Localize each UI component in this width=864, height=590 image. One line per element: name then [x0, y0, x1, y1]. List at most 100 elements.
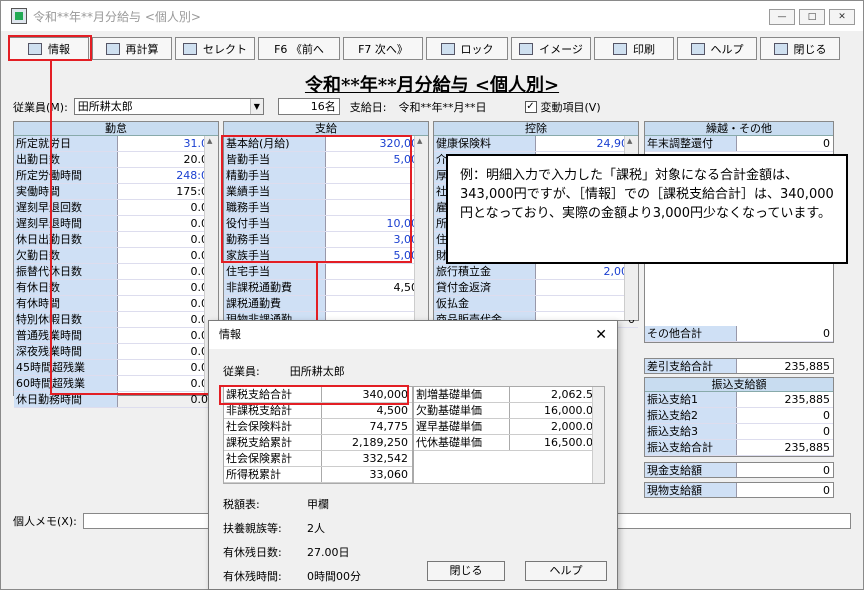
table-row[interactable]: 出勤日数 20.00 — [14, 152, 218, 168]
table-row[interactable]: 振込支給1 235,885 — [645, 392, 833, 408]
table-row[interactable]: 遅刻早退回数 0.00 — [14, 200, 218, 216]
dialog-close-icon[interactable]: ✕ — [595, 321, 607, 349]
row-value[interactable]: 0.00 — [118, 344, 218, 359]
row-value[interactable]: 0 — [326, 264, 428, 279]
row-value[interactable]: 0.00 — [118, 312, 218, 327]
table-row[interactable]: 精勤手当0 — [224, 168, 428, 184]
table-row[interactable]: 実働時間 175:00 — [14, 184, 218, 200]
info-button[interactable]: 情報 — [9, 37, 89, 60]
next-button[interactable]: F7 次へ》 — [343, 37, 423, 60]
row-value[interactable]: 235,885 — [737, 392, 833, 407]
maximize-button[interactable]: □ — [799, 9, 825, 25]
recalc-button[interactable]: 再計算 — [92, 37, 172, 60]
close-button[interactable]: 閉じる — [760, 37, 840, 60]
table-row[interactable]: 非課税通勤費 4,500 — [224, 280, 428, 296]
row-value[interactable]: 0.00 — [118, 296, 218, 311]
help-button[interactable]: ヘルプ — [677, 37, 757, 60]
table-row[interactable]: 特別休暇日数 0.00 — [14, 312, 218, 328]
row-value[interactable]: 5,000 — [326, 152, 428, 167]
row-value[interactable]: 0 — [536, 296, 638, 311]
table-row[interactable]: 住宅手当0 — [224, 264, 428, 280]
table-row[interactable]: 振込支給3 0 — [645, 424, 833, 440]
table-row[interactable]: 基本給(月給) 320,000 — [224, 136, 428, 152]
table-row[interactable]: 遅刻早退時間 0.00 — [14, 216, 218, 232]
chevron-down-icon[interactable]: ▼ — [249, 99, 263, 114]
table-row[interactable]: 普通残業時間 0.00 — [14, 328, 218, 344]
row-value[interactable]: 0 — [326, 200, 428, 215]
dialog-scrollbar[interactable] — [592, 387, 604, 483]
image-button[interactable]: イメージ — [511, 37, 591, 60]
row-value[interactable]: 0 — [326, 168, 428, 183]
table-row[interactable]: 所定就労日 31.00 — [14, 136, 218, 152]
select-button[interactable]: セレクト — [175, 37, 255, 60]
row-value[interactable]: 0 — [536, 280, 638, 295]
shikyu-scrollbar[interactable] — [414, 136, 428, 320]
table-row[interactable]: 健康保険料 24,900 — [434, 136, 638, 152]
table-row[interactable]: 貸付金返済0 — [434, 280, 638, 296]
row-value[interactable]: 0.00 — [118, 360, 218, 375]
table-row[interactable]: 皆勤手当 5,000 — [224, 152, 428, 168]
row-value[interactable]: 0.00 — [118, 200, 218, 215]
genkin-label: 現金支給額 — [645, 463, 737, 477]
row-value[interactable]: 0.00 — [118, 232, 218, 247]
table-row[interactable]: 振込支給合計 235,885 — [645, 440, 833, 456]
row-value[interactable]: 10,000 — [326, 216, 428, 231]
payday-label: 支給日: — [349, 100, 387, 114]
row-label: 非課税通勤費 — [224, 280, 326, 295]
row-value[interactable]: 0 — [737, 424, 833, 439]
row-value[interactable]: 0.00 — [118, 248, 218, 263]
table-row[interactable]: 有休時間 0.00 — [14, 296, 218, 312]
row-value[interactable]: 0.00 — [118, 216, 218, 231]
table-row[interactable]: 課税通勤費0 — [224, 296, 428, 312]
genbutsu-value: 0 — [823, 484, 830, 497]
other-total-label: その他合計 — [645, 326, 737, 341]
row-value[interactable]: 4,500 — [326, 280, 428, 295]
table-row[interactable]: 振替代休日数 0.00 — [14, 264, 218, 280]
row-value[interactable]: 0.00 — [118, 264, 218, 279]
row-value[interactable]: 20.00 — [118, 152, 218, 167]
table-row[interactable]: 有休日数 0.00 — [14, 280, 218, 296]
row-value[interactable]: 3,000 — [326, 232, 428, 247]
row-value[interactable]: 0.00 — [118, 280, 218, 295]
row-value[interactable]: 24,900 — [536, 136, 638, 151]
row-value[interactable]: 235,885 — [737, 440, 833, 455]
table-row[interactable]: 仮払金0 — [434, 296, 638, 312]
table-row[interactable]: 休日出勤日数 0.00 — [14, 232, 218, 248]
row-value[interactable]: 31.00 — [118, 136, 218, 151]
table-row[interactable]: 60時間超残業0.00 — [14, 376, 218, 392]
table-row[interactable]: 役付手当 10,000 — [224, 216, 428, 232]
table-row[interactable]: 家族手当 5,000 — [224, 248, 428, 264]
table-row[interactable]: 勤務手当 3,000 — [224, 232, 428, 248]
row-value[interactable]: 2,000 — [536, 264, 638, 279]
row-value[interactable]: 0 — [326, 296, 428, 311]
table-row[interactable]: 45時間超残業0.00 — [14, 360, 218, 376]
table-row[interactable]: 職務手当0 — [224, 200, 428, 216]
row-value[interactable]: 0.00 — [118, 328, 218, 343]
table-row[interactable]: 業績手当0 — [224, 184, 428, 200]
dialog-close-button[interactable]: 閉じる — [427, 561, 505, 581]
row-value[interactable]: 320,000 — [326, 136, 428, 151]
variable-checkbox[interactable]: ✓ — [524, 100, 537, 113]
print-button[interactable]: 印刷 — [594, 37, 674, 60]
dialog-help-button[interactable]: ヘルプ — [525, 561, 607, 581]
table-row[interactable]: 年末調整還付 0 — [645, 136, 833, 152]
table-row[interactable]: 所定労働時間 248:00 — [14, 168, 218, 184]
other-total-row: その他合計 0 — [645, 326, 833, 342]
table-row[interactable]: 振込支給2 0 — [645, 408, 833, 424]
row-value[interactable]: 0 — [737, 136, 833, 151]
lock-button[interactable]: ロック — [426, 37, 508, 60]
table-row[interactable]: 欠勤日数 0.00 — [14, 248, 218, 264]
row-label: 健康保険料 — [434, 136, 536, 151]
minimize-button[interactable]: — — [769, 9, 795, 25]
table-row[interactable]: 深夜残業時間 0.00 — [14, 344, 218, 360]
row-value[interactable]: 5,000 — [326, 248, 428, 263]
prev-button[interactable]: F6 《前へ — [258, 37, 340, 60]
row-value[interactable]: 0 — [326, 184, 428, 199]
table-row[interactable]: 旅行積立金 2,000 — [434, 264, 638, 280]
employee-select[interactable]: 田所耕太郎 ▼ — [73, 98, 264, 115]
row-value[interactable]: 175:00 — [118, 184, 218, 199]
row-value[interactable]: 248:00 — [118, 168, 218, 183]
close-window-button[interactable]: ✕ — [829, 9, 855, 25]
row-value[interactable]: 0.00 — [118, 376, 218, 391]
row-value[interactable]: 0 — [737, 408, 833, 423]
